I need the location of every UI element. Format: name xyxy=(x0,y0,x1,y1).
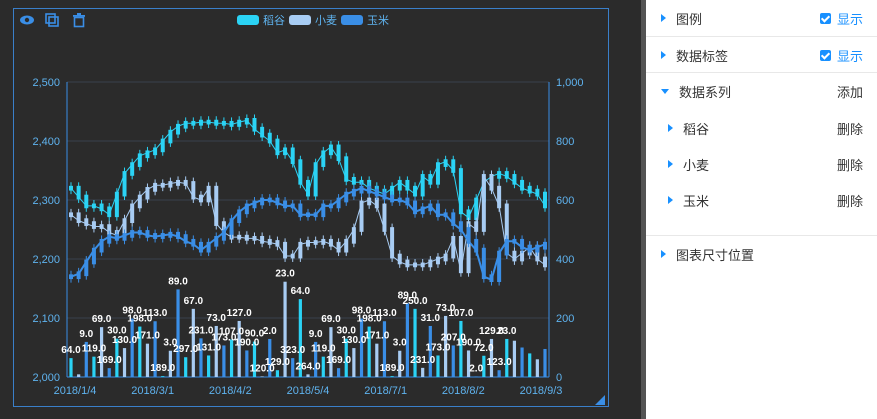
series-name: 稻谷 xyxy=(683,121,710,137)
legend-item-rice[interactable]: 稻谷 xyxy=(237,12,285,28)
chart-size-setting-row[interactable]: 图表尺寸位置 xyxy=(646,236,877,272)
legend-label: 稻谷 xyxy=(263,15,285,27)
legend-swatch xyxy=(237,15,259,25)
legend-swatch xyxy=(341,15,363,25)
series-setting-row[interactable]: 数据系列 添加 xyxy=(646,73,877,109)
checkbox-icon[interactable] xyxy=(819,12,831,24)
caret-right-icon xyxy=(668,160,673,168)
legend-toggle[interactable]: 显示 xyxy=(837,9,863,28)
series-item-rice[interactable]: 稻谷 删除 xyxy=(646,110,877,146)
copy-icon[interactable] xyxy=(44,12,60,28)
series-name: 玉米 xyxy=(683,193,710,209)
legend-item-corn[interactable]: 玉米 xyxy=(341,12,389,28)
series-name: 小麦 xyxy=(683,157,710,173)
series-item-wheat[interactable]: 小麦 删除 xyxy=(646,146,877,182)
delete-series-button[interactable]: 删除 xyxy=(837,155,863,174)
caret-right-icon xyxy=(661,250,666,258)
caret-right-icon xyxy=(668,124,673,132)
setting-label: 数据标签 xyxy=(676,48,729,64)
series-item-corn[interactable]: 玉米 删除 xyxy=(646,182,877,218)
caret-right-icon xyxy=(661,51,666,59)
caret-down-icon xyxy=(661,88,669,94)
setting-label: 图表尺寸位置 xyxy=(676,247,755,263)
caret-right-icon xyxy=(668,196,673,204)
legend-swatch xyxy=(289,15,311,25)
add-series-button[interactable]: 添加 xyxy=(837,82,863,101)
setting-label: 图例 xyxy=(676,11,703,27)
chart-pane: 稻谷 小麦 玉米 2,000 2,100 2,200 2,300 2,400 2,500 0… xyxy=(0,0,641,419)
legend-setting-row[interactable]: 图例 显示 xyxy=(646,0,877,36)
legend-item-wheat[interactable]: 小麦 xyxy=(289,12,337,28)
trash-icon[interactable] xyxy=(71,12,87,28)
resize-handle-icon[interactable] xyxy=(595,395,605,405)
delete-series-button[interactable]: 删除 xyxy=(837,191,863,210)
chart-frame[interactable] xyxy=(13,8,609,407)
caret-right-icon xyxy=(661,14,666,22)
settings-panel: 图例 显示 数据标签 显示 数据系列 添加 稻谷 删除 小麦 删除 玉米 删除 … xyxy=(646,0,877,419)
legend-label: 玉米 xyxy=(367,15,389,27)
legend-label: 小麦 xyxy=(315,15,337,27)
setting-label: 数据系列 xyxy=(679,84,732,100)
checkbox-icon[interactable] xyxy=(819,49,831,61)
eye-icon[interactable] xyxy=(19,12,35,28)
delete-series-button[interactable]: 删除 xyxy=(837,119,863,138)
data-label-setting-row[interactable]: 数据标签 显示 xyxy=(646,37,877,73)
data-label-toggle[interactable]: 显示 xyxy=(837,46,863,65)
